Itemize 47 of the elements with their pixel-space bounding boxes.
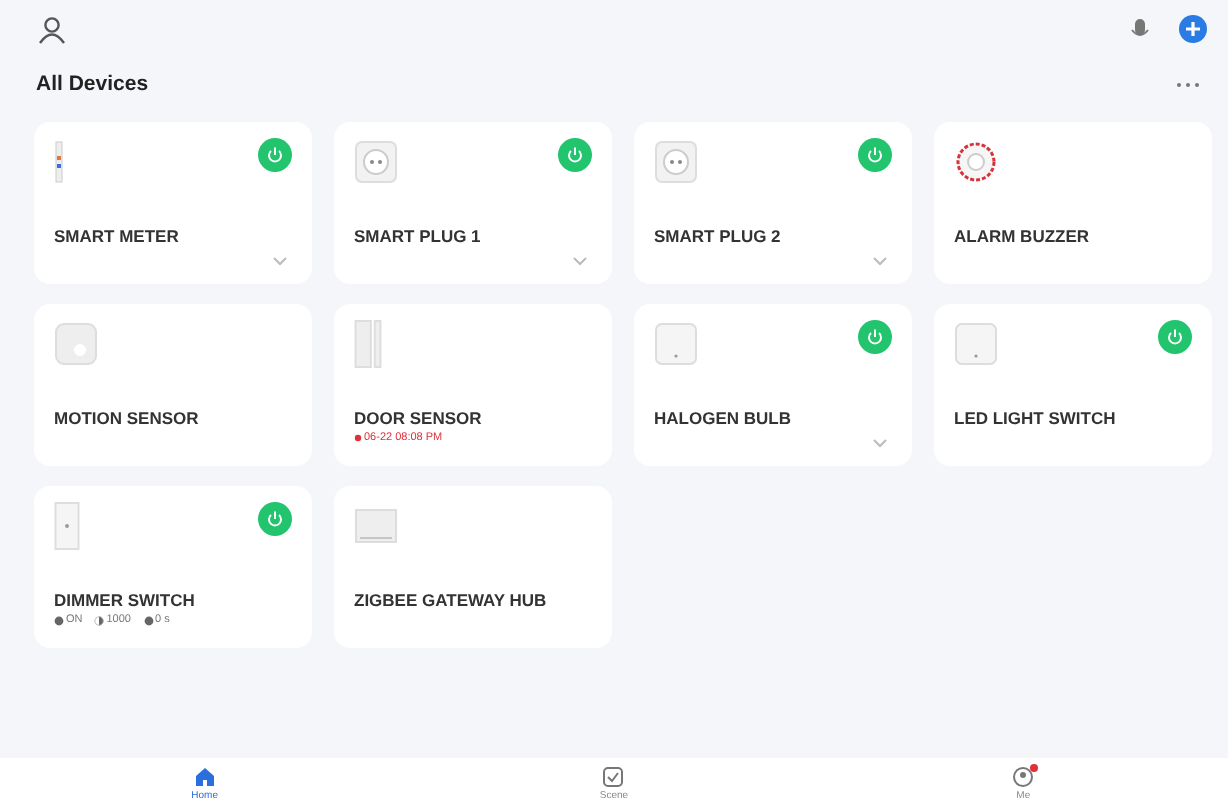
device-card[interactable]: ZIGBEE GATEWAY HUB	[334, 486, 612, 648]
device-name: DOOR SENSOR	[354, 408, 482, 428]
chevron-down-icon[interactable]	[872, 438, 888, 448]
device-name: SMART PLUG 2	[654, 226, 781, 246]
device-name: MOTION SENSOR	[54, 408, 199, 428]
page-title: All Devices	[36, 72, 149, 96]
device-icon	[54, 138, 64, 186]
profile-icon	[1012, 766, 1035, 788]
power-button[interactable]	[1158, 320, 1192, 354]
chevron-down-icon[interactable]	[272, 256, 288, 266]
device-name: SMART PLUG 1	[354, 226, 481, 246]
device-name: LED LIGHT SWITCH	[954, 408, 1116, 428]
device-icon	[54, 320, 98, 368]
checkbox-icon	[602, 766, 625, 788]
device-icon	[654, 138, 698, 186]
device-icon	[654, 320, 698, 368]
device-icon	[954, 320, 998, 368]
chevron-down-icon[interactable]	[572, 256, 588, 266]
power-button[interactable]	[858, 138, 892, 172]
device-card[interactable]: SMART PLUG 2	[634, 122, 912, 284]
brightness-icon	[94, 615, 105, 625]
power-button[interactable]	[258, 502, 292, 536]
device-name: DIMMER SWITCH	[54, 590, 195, 610]
device-name: ALARM BUZZER	[954, 226, 1090, 246]
device-name: ZIGBEE GATEWAY HUB	[354, 590, 547, 610]
device-icon	[954, 138, 998, 186]
device-card[interactable]: SMART PLUG 1	[334, 122, 612, 284]
device-name: HALOGEN BULB	[654, 408, 791, 428]
chevron-down-icon[interactable]	[872, 256, 888, 266]
device-icon	[354, 138, 398, 186]
device-icon	[354, 320, 382, 368]
device-card[interactable]: LED LIGHT SWITCH	[934, 304, 1212, 466]
device-card[interactable]: SMART METER	[34, 122, 312, 284]
device-card[interactable]: MOTION SENSOR	[34, 304, 312, 466]
home-icon	[193, 766, 216, 788]
add-icon[interactable]	[1178, 14, 1208, 44]
alert-dot-icon	[354, 434, 362, 442]
device-name: SMART METER	[54, 226, 179, 246]
device-card[interactable]: HALOGEN BULB	[634, 304, 912, 466]
power-button[interactable]	[258, 138, 292, 172]
microphone-icon[interactable]	[1130, 17, 1150, 41]
device-card[interactable]: ALARM BUZZER	[934, 122, 1212, 284]
power-button[interactable]	[558, 138, 592, 172]
more-icon[interactable]	[1176, 81, 1200, 87]
device-icon	[54, 502, 80, 550]
power-button[interactable]	[858, 320, 892, 354]
user-icon[interactable]	[38, 15, 66, 43]
